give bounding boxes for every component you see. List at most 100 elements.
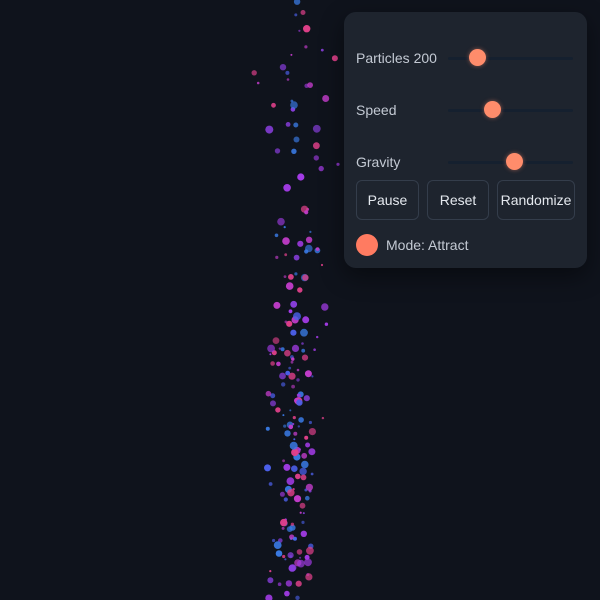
particle xyxy=(322,95,330,102)
particle xyxy=(290,53,293,56)
particle xyxy=(300,474,307,481)
particle xyxy=(296,393,300,397)
particle xyxy=(256,81,260,85)
particle xyxy=(324,322,329,326)
particle xyxy=(269,570,272,573)
particle xyxy=(315,247,320,251)
particle xyxy=(265,594,273,600)
gravity-label: Gravity xyxy=(356,154,401,170)
particle xyxy=(304,45,308,49)
gravity-slider-thumb[interactable] xyxy=(506,153,524,170)
particle xyxy=(301,354,309,361)
particle xyxy=(290,101,298,109)
particle xyxy=(284,558,287,561)
particle xyxy=(296,399,303,406)
particle xyxy=(301,460,309,469)
particle xyxy=(306,546,314,555)
particle xyxy=(275,407,281,413)
particle xyxy=(291,448,299,457)
mode-toggle-dot[interactable] xyxy=(356,234,378,256)
particle xyxy=(301,342,304,345)
particles-slider-thumb[interactable] xyxy=(468,49,486,66)
particle xyxy=(290,99,294,103)
particle xyxy=(283,275,287,278)
speed-slider[interactable] xyxy=(448,98,573,122)
particle xyxy=(320,48,324,52)
particle xyxy=(251,70,257,76)
particle-stage[interactable]: Particles 200 Speed Gravity Pause Reset … xyxy=(0,0,600,600)
particle xyxy=(290,329,297,336)
particle xyxy=(285,122,291,127)
pause-button[interactable]: Pause xyxy=(356,180,419,220)
reset-button[interactable]: Reset xyxy=(427,180,489,220)
particle xyxy=(308,428,316,436)
particle xyxy=(279,491,285,497)
particle xyxy=(275,550,283,557)
particle xyxy=(290,522,295,526)
gravity-control: Gravity xyxy=(356,150,573,174)
particle xyxy=(273,301,281,309)
particle xyxy=(288,424,294,430)
particle xyxy=(286,78,290,81)
particle xyxy=(299,467,307,476)
particle xyxy=(304,210,309,215)
particle xyxy=(290,360,294,364)
particle xyxy=(308,448,316,456)
particle xyxy=(296,549,303,555)
particle xyxy=(282,554,286,559)
particle xyxy=(318,165,324,172)
particle xyxy=(305,573,313,581)
control-panel: Particles 200 Speed Gravity Pause Reset … xyxy=(344,12,587,268)
particle xyxy=(302,274,309,281)
speed-slider-thumb[interactable] xyxy=(483,101,501,118)
particle xyxy=(284,430,291,437)
particle xyxy=(297,240,304,247)
particle xyxy=(313,142,320,150)
particle xyxy=(310,472,314,476)
particle xyxy=(298,417,304,423)
particle xyxy=(313,155,319,161)
particle xyxy=(302,512,305,515)
particle xyxy=(288,274,294,280)
particle xyxy=(303,395,310,402)
particle xyxy=(295,580,302,587)
particle xyxy=(297,287,303,293)
particle xyxy=(281,382,286,387)
particle xyxy=(276,361,281,367)
particle xyxy=(292,423,295,425)
particle xyxy=(320,263,324,267)
randomize-button[interactable]: Randomize xyxy=(497,180,575,220)
particles-slider[interactable] xyxy=(448,46,573,70)
particle xyxy=(286,477,295,485)
particle xyxy=(302,316,310,324)
particle xyxy=(286,526,293,532)
particles-label: Particles 200 xyxy=(356,50,437,66)
particle xyxy=(289,409,292,412)
particle xyxy=(297,559,305,568)
particle xyxy=(313,348,316,352)
particle xyxy=(265,125,274,134)
particle xyxy=(267,344,275,353)
particle xyxy=(290,300,298,308)
particle xyxy=(293,438,296,441)
particle xyxy=(281,526,285,530)
action-buttons: Pause Reset Randomize xyxy=(356,180,575,220)
particle xyxy=(299,556,302,559)
particle xyxy=(283,497,288,502)
particle xyxy=(311,375,314,378)
particle xyxy=(303,25,311,33)
particle xyxy=(293,431,298,436)
particle xyxy=(293,312,301,321)
particle xyxy=(285,70,290,75)
mode-indicator: Mode: Attract xyxy=(356,233,575,257)
particle xyxy=(273,541,282,549)
particle xyxy=(264,464,271,472)
particle xyxy=(269,353,272,356)
particle xyxy=(321,303,329,311)
particle xyxy=(297,173,305,181)
particle xyxy=(275,255,279,259)
gravity-slider[interactable] xyxy=(448,150,573,174)
particle xyxy=(291,344,300,352)
particle xyxy=(285,580,293,587)
particle xyxy=(272,538,276,543)
